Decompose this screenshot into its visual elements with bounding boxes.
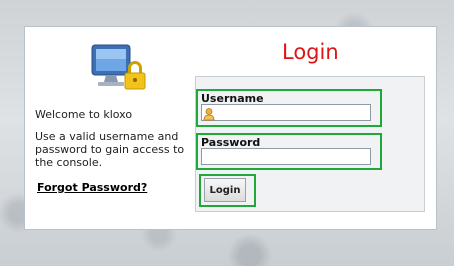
page-title: Login (282, 40, 339, 64)
login-button[interactable]: Login (204, 178, 246, 202)
user-icon (203, 106, 215, 121)
help-text: Use a valid username and password to gai… (35, 130, 185, 169)
computer-padlock-icon (86, 42, 148, 94)
username-field[interactable] (201, 104, 371, 121)
forgot-password-link[interactable]: Forgot Password? (37, 181, 147, 194)
welcome-text: Welcome to kloxo (35, 108, 133, 121)
password-field[interactable] (201, 148, 371, 165)
